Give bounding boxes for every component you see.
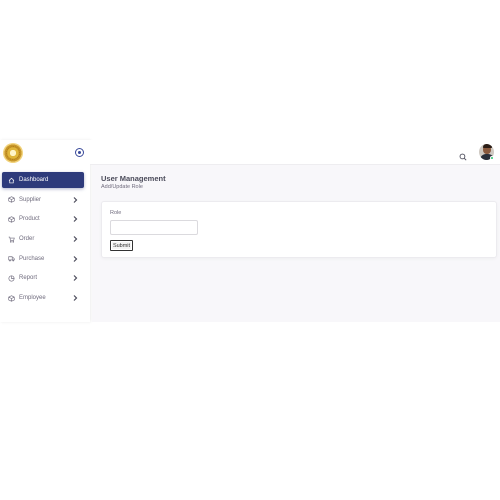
app-shell: Dashboard Supplier Product Order Purchas… bbox=[0, 140, 500, 322]
sidebar-item-label: Product bbox=[19, 216, 40, 223]
page-subtitle: Add/Update Role bbox=[101, 184, 143, 190]
submit-button[interactable]: Submit bbox=[110, 240, 133, 251]
sidebar-item-dashboard[interactable]: Dashboard bbox=[2, 172, 84, 188]
sidebar-item-label: Dashboard bbox=[19, 177, 49, 183]
sidebar-item-purchase[interactable]: Purchase bbox=[2, 251, 84, 267]
avatar-hair bbox=[482, 144, 492, 148]
sidebar-toggle-icon[interactable] bbox=[75, 148, 84, 157]
sidebar-item-product[interactable]: Product bbox=[2, 211, 84, 227]
brand-logo[interactable] bbox=[3, 143, 23, 163]
chevron-right-icon bbox=[72, 215, 78, 223]
online-status-badge bbox=[490, 156, 494, 160]
sidebar-item-label: Order bbox=[19, 236, 35, 243]
chevron-right-icon bbox=[72, 294, 78, 302]
search-icon[interactable] bbox=[459, 148, 467, 161]
sidebar-item-label: Supplier bbox=[19, 196, 42, 203]
shopping-cart-icon bbox=[8, 236, 15, 243]
box-icon bbox=[8, 294, 15, 302]
sidebar: Dashboard Supplier Product Order Purchas… bbox=[0, 140, 90, 322]
role-input[interactable] bbox=[110, 220, 198, 235]
chevron-right-icon bbox=[72, 274, 78, 282]
sidebar-menu: Dashboard Supplier Product Order Purchas… bbox=[2, 172, 84, 310]
page-title: User Management bbox=[101, 174, 166, 183]
sidebar-item-order[interactable]: Order bbox=[2, 231, 84, 247]
topbar bbox=[90, 140, 500, 165]
box-icon bbox=[8, 216, 15, 223]
sidebar-item-label: Employee bbox=[19, 295, 46, 302]
sidebar-item-label: Purchase bbox=[19, 255, 45, 262]
chevron-right-icon bbox=[72, 255, 78, 263]
sidebar-item-employee[interactable]: Employee bbox=[2, 290, 84, 306]
smart-home-icon bbox=[8, 177, 15, 184]
sidebar-item-report[interactable]: Report bbox=[2, 270, 84, 286]
main-content: User Management Add/Update Role Role Sub… bbox=[92, 165, 500, 322]
sidebar-item-label: Report bbox=[19, 275, 38, 282]
logo-ring bbox=[6, 146, 20, 160]
role-form-card: Role Submit bbox=[101, 201, 497, 258]
chevron-right-icon bbox=[72, 196, 78, 204]
role-label: Role bbox=[110, 210, 122, 216]
truck-icon bbox=[8, 255, 15, 262]
sidebar-item-supplier[interactable]: Supplier bbox=[2, 192, 84, 208]
chart-pie-icon bbox=[8, 275, 15, 282]
box-icon bbox=[8, 196, 15, 203]
chevron-right-icon bbox=[72, 235, 78, 243]
